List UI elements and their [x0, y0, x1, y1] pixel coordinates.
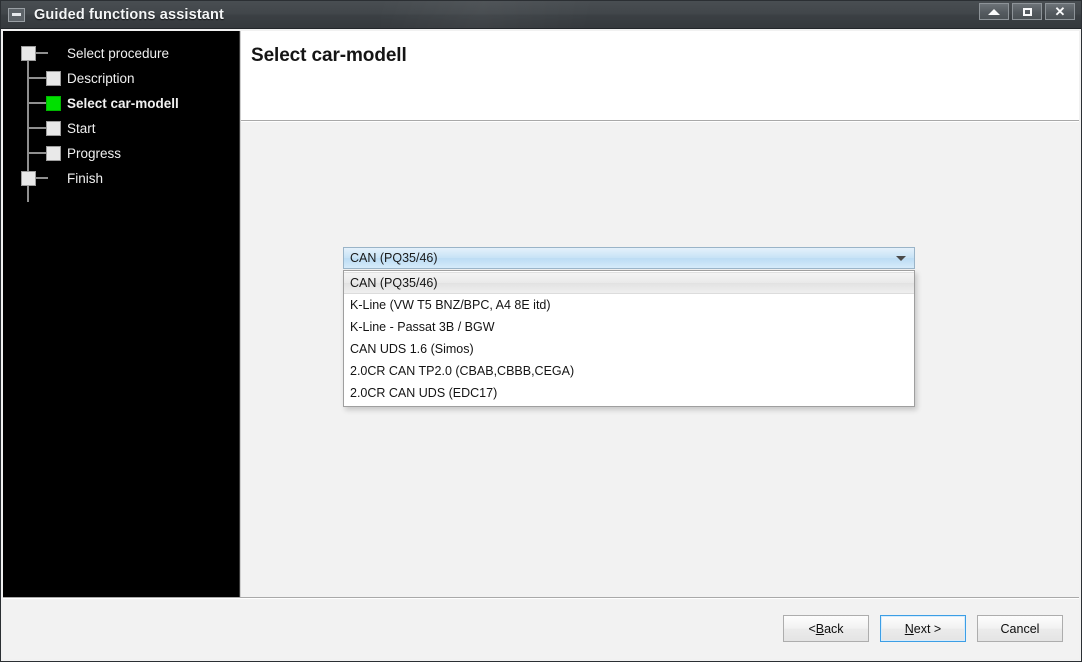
step-node-icon [46, 71, 61, 86]
next-button-accel: N [904, 621, 914, 636]
next-button[interactable]: Next > [880, 615, 966, 642]
sidebar-item-label: Description [67, 71, 135, 86]
sidebar-item-label: Select car-modell [67, 96, 179, 111]
step-node-icon [46, 121, 61, 136]
chevron-down-icon[interactable] [896, 256, 906, 261]
step-node-icon [21, 46, 36, 61]
next-button-rest: ext > [913, 621, 942, 636]
close-icon[interactable]: ✕ [1045, 3, 1075, 20]
wizard-step-sidebar: Select procedure Description Select car-… [3, 31, 240, 597]
dropdown-option[interactable]: 2.0CR CAN TP2.0 (CBAB,CBBB,CEGA) [344, 360, 914, 382]
cancel-button[interactable]: Cancel [977, 615, 1063, 642]
restore-icon[interactable] [1012, 3, 1042, 20]
sidebar-item-label: Start [67, 121, 96, 136]
step-node-icon [46, 146, 61, 161]
title-bar[interactable]: Guided functions assistant ✕ [1, 1, 1081, 29]
dropdown-option[interactable]: K-Line - Passat 3B / BGW [344, 316, 914, 338]
step-node-icon [21, 171, 36, 186]
dropdown-option[interactable]: 2.0CR CAN UDS (EDC17) [344, 382, 914, 404]
dialog-footer: < Back Next > Cancel [3, 597, 1079, 659]
sidebar-item-label: Finish [67, 171, 104, 186]
content-panel: Select car-modell CAN (PQ35/46) CAN (PQ3… [240, 31, 1079, 597]
minimize-icon[interactable] [979, 3, 1009, 20]
back-button-rest: ack [824, 621, 844, 636]
back-button[interactable]: < Back [783, 615, 869, 642]
car-model-combobox-field[interactable]: CAN (PQ35/46) [343, 247, 915, 269]
back-button-prefix: < [808, 621, 816, 636]
window-controls: ✕ [979, 3, 1075, 20]
page-title: Select car-modell [251, 45, 407, 66]
dropdown-option[interactable]: K-Line (VW T5 BNZ/BPC, A4 8E itd) [344, 294, 914, 316]
car-model-dropdown-list: CAN (PQ35/46) K-Line (VW T5 BNZ/BPC, A4 … [343, 270, 915, 407]
dropdown-option[interactable]: CAN UDS 1.6 (Simos) [344, 338, 914, 360]
content-header: Select car-modell [241, 31, 1079, 121]
car-model-combobox: CAN (PQ35/46) CAN (PQ35/46) K-Line (VW T… [343, 247, 915, 407]
sidebar-item-label: Progress [67, 146, 122, 161]
sidebar-item-label: Select procedure [67, 46, 170, 61]
window-body: Select procedure Description Select car-… [1, 29, 1081, 597]
back-button-accel: B [815, 621, 825, 636]
content-main: CAN (PQ35/46) CAN (PQ35/46) K-Line (VW T… [241, 121, 1079, 597]
guided-functions-assistant-window: Guided functions assistant ✕ Select proc… [0, 0, 1082, 662]
step-list: Select procedure Description Select car-… [3, 31, 239, 202]
dropdown-option[interactable]: CAN (PQ35/46) [344, 272, 914, 294]
window-menu-icon[interactable] [8, 7, 25, 22]
step-node-icon-active [46, 96, 61, 111]
car-model-selected-value: CAN (PQ35/46) [350, 251, 438, 265]
window-title: Guided functions assistant [34, 6, 225, 23]
